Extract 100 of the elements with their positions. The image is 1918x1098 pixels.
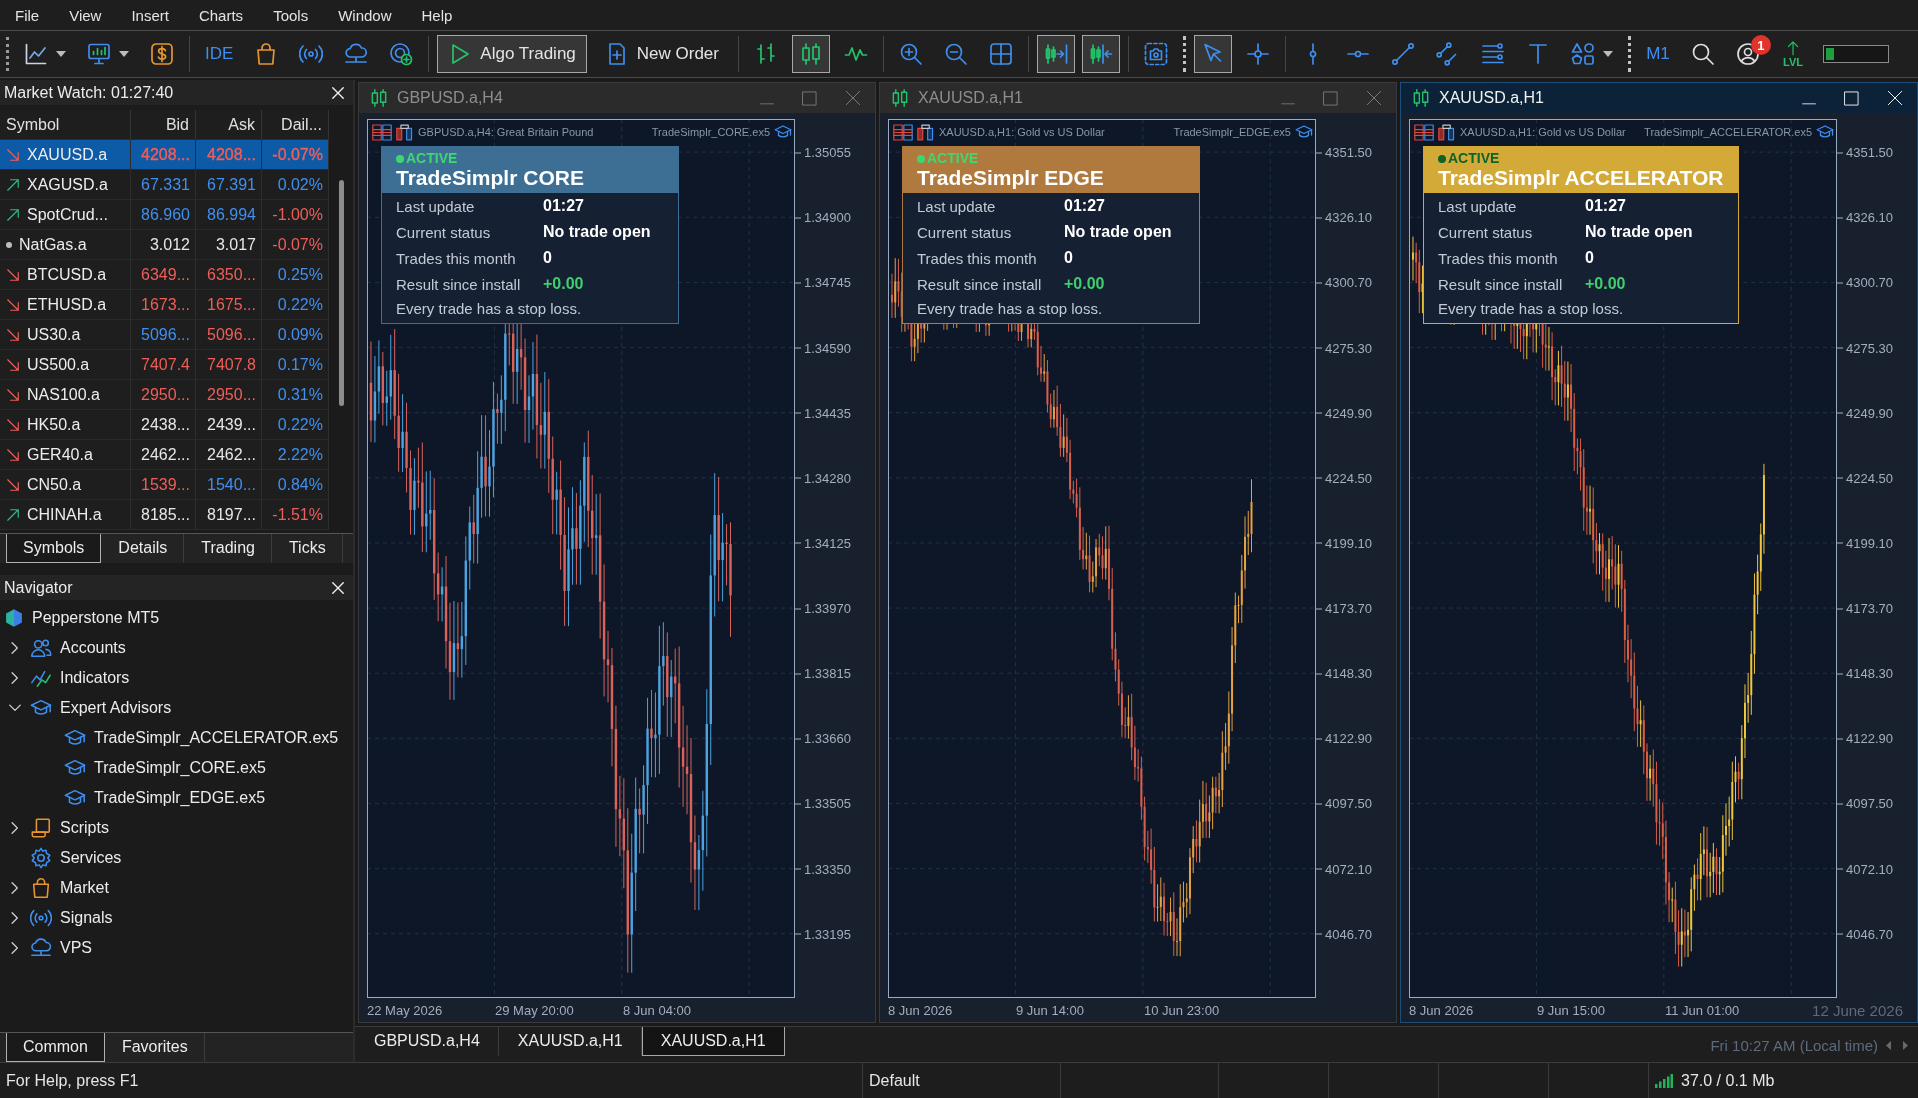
new-order-button[interactable]: New Order xyxy=(593,35,730,73)
chart-shift-button[interactable] xyxy=(1037,35,1075,73)
text-tool-icon xyxy=(1526,42,1550,66)
time-label: 10 Jun 23:00 xyxy=(1144,1002,1221,1018)
bid-price: 3.012 xyxy=(149,236,190,253)
symbol-name: CN50.a xyxy=(27,475,82,494)
table-row[interactable]: ETHUSD.a 1673... 1675... 0.22% xyxy=(0,290,329,320)
tree-item[interactable]: Accounts xyxy=(30,635,130,661)
algo-trading-button[interactable]: Algo Trading xyxy=(437,35,587,73)
price-label: 1.35055 xyxy=(795,144,851,160)
table-row[interactable]: HK50.a 2438... 2439... 0.22% xyxy=(0,410,329,440)
tree-item[interactable]: TradeSimplr_EDGE.ex5 xyxy=(64,785,270,811)
menu-item[interactable]: Insert xyxy=(116,1,184,29)
column-header[interactable]: Bid xyxy=(131,110,196,139)
time-label: 8 Jun 2026 xyxy=(1409,1002,1475,1018)
symbol-name: SpotCrud... xyxy=(27,205,108,224)
menu-item[interactable]: Charts xyxy=(183,1,259,29)
table-row[interactable]: CN50.a 1539... 1540... 0.84% xyxy=(0,470,329,500)
daily-change: -0.07% xyxy=(272,146,323,163)
symbol-name: CHINAH.a xyxy=(27,505,102,524)
column-header[interactable]: Ask xyxy=(196,110,262,139)
table-row[interactable]: NatGas.a 3.012 3.017 -0.07% xyxy=(0,230,329,260)
camera-icon xyxy=(1144,42,1168,66)
tree-item[interactable]: Signals xyxy=(30,905,117,931)
candles-arrow-left-icon xyxy=(1089,42,1113,66)
down-right-arrow-icon xyxy=(6,327,20,342)
symbol-name: BTCUSD.a xyxy=(27,265,107,284)
daily-change: 0.25% xyxy=(277,266,323,283)
status-text: For Help, press F1 xyxy=(6,1071,139,1090)
table-row[interactable]: CHINAH.a 8185... 8197... -1.51% xyxy=(0,500,329,530)
scroll-icon xyxy=(30,817,52,839)
cursor-button[interactable] xyxy=(1194,35,1232,73)
symbol-name: US500.a xyxy=(27,355,90,374)
bid-price: 67.331 xyxy=(141,176,190,193)
price-label: 1.34125 xyxy=(795,535,851,551)
ask-price: 4208... xyxy=(207,146,256,163)
symbol-name: HK50.a xyxy=(27,415,81,434)
tree-item[interactable]: Market xyxy=(30,875,113,901)
price-label: 1.33815 xyxy=(795,665,851,681)
menu-item[interactable]: Tools xyxy=(258,1,324,29)
table-row[interactable]: XAGUSD.a 67.331 67.391 0.02% xyxy=(0,170,329,200)
panel-title: Navigator xyxy=(4,578,73,597)
search-icon xyxy=(1691,42,1715,66)
window-title: XAUUSD.a,H1 xyxy=(918,89,1024,107)
down-right-arrow-icon xyxy=(6,417,20,432)
radio-waves-icon xyxy=(30,907,52,929)
table-row[interactable]: BTCUSD.a 6349... 6350... 0.25% xyxy=(0,260,329,290)
price-label: 1.33660 xyxy=(795,730,851,746)
tree-item[interactable]: Pepperstone MT5 xyxy=(4,605,164,631)
table-row[interactable]: XAUUSD.a 4208... 4208... -0.07% xyxy=(0,140,329,170)
shopping-bag-icon xyxy=(30,877,52,899)
ide-button[interactable]: IDE xyxy=(198,35,241,73)
tree-item[interactable]: TradeSimplr_CORE.ex5 xyxy=(64,755,270,781)
scrollbar[interactable] xyxy=(338,180,344,406)
candles-arrow-right-icon xyxy=(1044,42,1068,66)
auto-scroll-button[interactable] xyxy=(1082,35,1120,73)
price-label: 4148.30 xyxy=(1837,665,1893,681)
candlestick-icon xyxy=(1411,88,1431,108)
candlestick-button[interactable] xyxy=(792,35,830,73)
level-button[interactable]: LVL xyxy=(1774,35,1812,73)
tree-item[interactable]: Indicators xyxy=(30,665,134,691)
price-label: 1.33195 xyxy=(795,926,851,942)
menu-item[interactable]: Window xyxy=(323,1,407,29)
table-row[interactable]: GER40.a 2462... 2462... 2.22% xyxy=(0,440,329,470)
grid-icon xyxy=(989,42,1013,66)
zoom-out-icon xyxy=(944,42,968,66)
symbol-name: GER40.a xyxy=(27,445,93,464)
scroll-arrows-icon[interactable] xyxy=(1886,1040,1908,1050)
price-label: 4122.90 xyxy=(1316,730,1372,746)
cube-logo-icon xyxy=(4,608,24,628)
price-label: 1.33505 xyxy=(795,795,851,811)
zoom-in-icon xyxy=(899,42,923,66)
column-header[interactable]: Symbol xyxy=(0,110,131,139)
timeframe-button[interactable]: M1 xyxy=(1639,35,1677,73)
tree-item[interactable]: VPS xyxy=(30,935,96,961)
table-row[interactable]: NAS100.a 2950... 2950... 0.31% xyxy=(0,380,329,410)
menu-item[interactable]: View xyxy=(54,1,117,29)
daily-change: 0.31% xyxy=(277,386,323,403)
daily-change: 0.22% xyxy=(277,416,323,433)
tree-item[interactable]: Scripts xyxy=(30,815,113,841)
status-text: Default xyxy=(869,1071,920,1090)
up-right-arrow-icon xyxy=(6,177,20,192)
menu-item[interactable]: File xyxy=(0,1,55,29)
time-label: 29 May 20:00 xyxy=(495,1002,575,1018)
price-label: 1.34280 xyxy=(795,470,851,486)
gear-icon xyxy=(30,847,52,869)
menu-item[interactable]: Help xyxy=(406,1,468,29)
table-row[interactable]: US30.a 5096... 5096... 0.09% xyxy=(0,320,329,350)
table-row[interactable]: US500.a 7407.4 7407.8 0.17% xyxy=(0,350,329,380)
tree-item[interactable]: TradeSimplr_ACCELERATOR.ex5 xyxy=(64,725,343,751)
ask-price: 86.994 xyxy=(207,206,256,223)
tab[interactable]: Symbols xyxy=(6,534,102,563)
tree-item[interactable]: Services xyxy=(30,845,126,871)
column-header[interactable]: Dail... xyxy=(262,110,329,139)
chart-tab[interactable]: XAUUSD.a,H1 xyxy=(641,1027,785,1056)
tab[interactable]: Common xyxy=(6,1033,105,1062)
table-row[interactable]: SpotCrud... 86.960 86.994 -1.00% xyxy=(0,200,329,230)
ask-price: 2462... xyxy=(207,446,256,463)
tree-item[interactable]: Expert Advisors xyxy=(30,695,176,721)
daily-change: -0.07% xyxy=(272,236,323,253)
